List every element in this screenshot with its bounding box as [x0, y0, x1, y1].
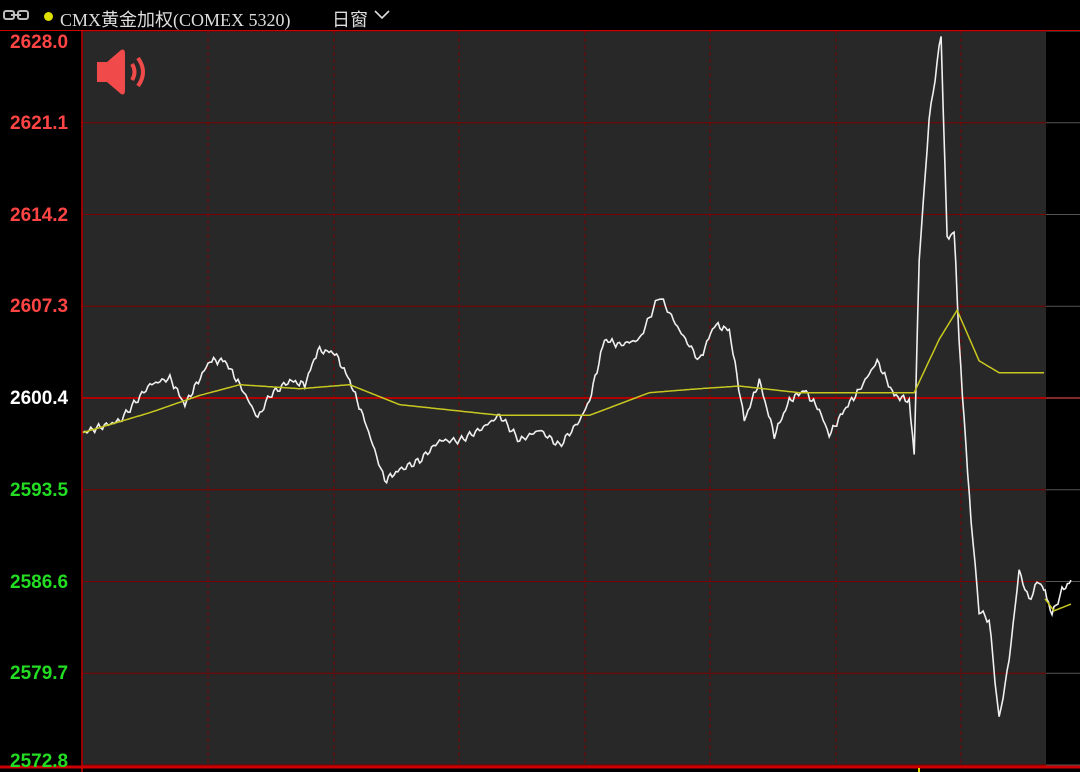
y-tick-label: 2614.2	[10, 204, 69, 226]
y-tick-label: 2628.0	[10, 32, 69, 53]
instrument-title: CMX黄金加权(COMEX 5320)	[60, 10, 291, 30]
chevron-down-icon[interactable]	[374, 10, 390, 20]
watermark-logo	[95, 46, 225, 98]
period-selector[interactable]: 日窗	[332, 6, 368, 32]
speaker-icon	[97, 49, 145, 95]
y-tick-label: 2593.5	[10, 479, 69, 501]
y-tick-label: 2600.4	[10, 388, 69, 409]
y-tick-label: 2579.7	[10, 663, 69, 685]
status-dot	[44, 12, 53, 21]
price-chart	[0, 30, 1080, 772]
y-tick-label: 2572.8	[10, 751, 69, 772]
link-icon[interactable]	[3, 9, 29, 21]
y-tick-label: 2586.6	[10, 571, 69, 593]
y-tick-label: 2621.1	[10, 112, 69, 134]
chart-header: CMX黄金加权(COMEX 5320) 日窗	[0, 0, 1080, 31]
y-tick-label: 2607.3	[10, 296, 69, 318]
